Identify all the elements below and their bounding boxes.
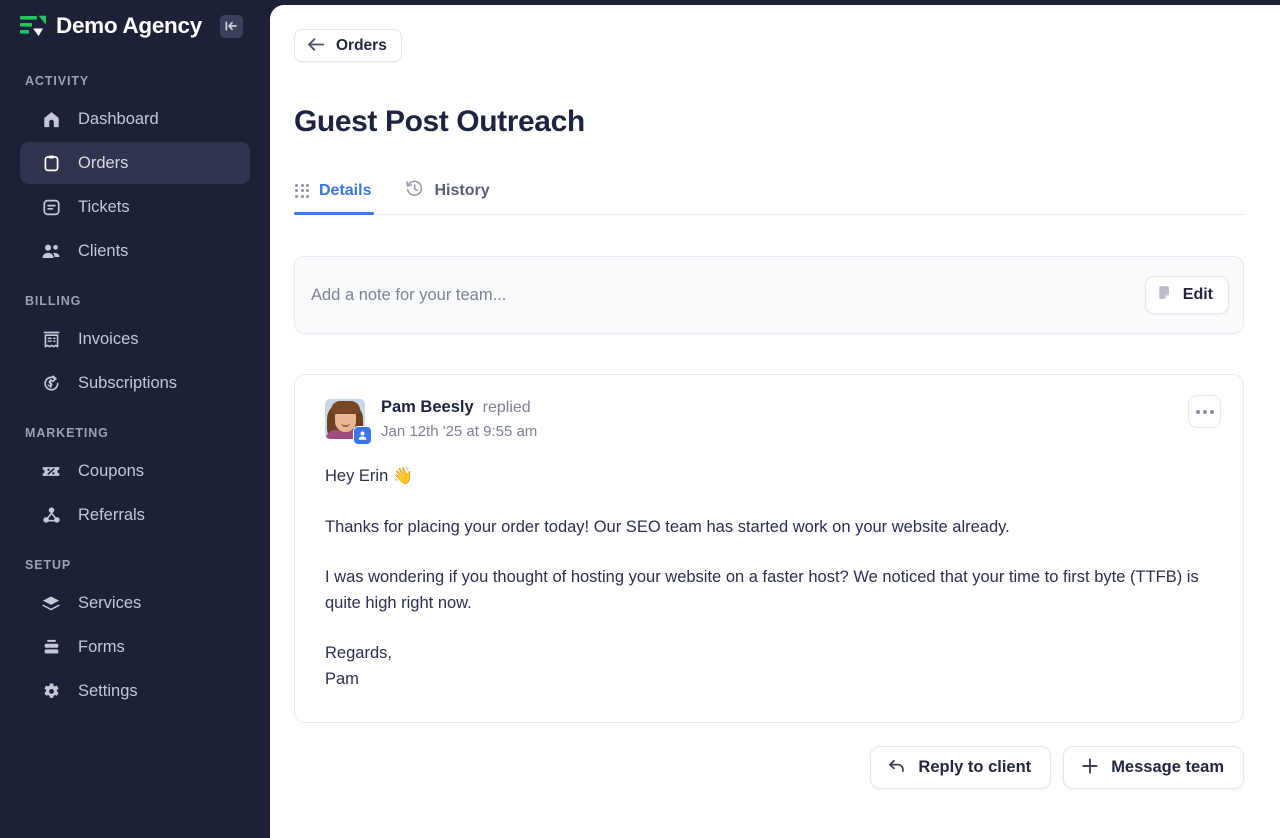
back-button-label: Orders [336,36,387,54]
sidebar-item-label: Coupons [78,461,145,480]
more-horizontal-icon[interactable] [1188,395,1221,428]
gear-icon [41,681,61,701]
edit-button-label: Edit [1182,286,1213,303]
message-card: Pam Beesly replied Jan 12th '25 at 9:55 … [294,374,1244,724]
sidebar-item-label: Orders [78,153,129,172]
sticky-note-icon [1157,285,1174,305]
sidebar-item-subscriptions[interactable]: Subscriptions [20,362,250,404]
sidebar-item-coupons[interactable]: Coupons [20,450,250,492]
sidebar-item-label: Tickets [78,197,130,216]
users-icon [41,241,61,261]
message-paragraph: Thanks for placing your order today! Our… [325,517,1010,536]
tab-details[interactable]: Details [293,169,375,215]
layers-icon [41,593,61,613]
message-verb: replied [482,399,531,416]
sidebar-item-tickets[interactable]: Tickets [20,186,250,228]
reply-arrow-icon [888,758,906,777]
receipt-icon [41,329,61,349]
sidebar-section-heading: MARKETING [25,426,109,440]
sidebar-section-heading: BILLING [25,294,82,308]
avatar [325,399,372,445]
sidebar-section-billing: BILLING Invoices Subscriptions [0,294,270,404]
history-clock-icon [405,179,424,203]
message-author: Pam Beesly [381,398,474,416]
sidebar-item-label: Dashboard [78,109,159,128]
arrow-left-icon [307,37,325,55]
sidebar-item-label: Services [78,593,142,612]
message-meta: Pam Beesly replied Jan 12th '25 at 9:55 … [381,397,537,440]
brand-name: Demo Agency [56,13,202,38]
team-note-card[interactable]: Add a note for your team... Edit [294,256,1244,334]
message-team-button[interactable]: Message team [1063,746,1244,790]
tab-label: Details [319,181,372,199]
message-paragraph: Hey Erin 👋 [325,467,414,485]
form-stack-icon [41,637,61,657]
sidebar-item-referrals[interactable]: Referrals [20,494,250,536]
edit-note-button[interactable]: Edit [1144,276,1229,314]
sidebar-section-heading: SETUP [25,558,72,572]
dollar-refresh-icon [41,373,61,393]
sidebar-item-invoices[interactable]: Invoices [20,318,250,360]
message-square-icon [41,197,61,217]
action-label: Message team [1111,758,1224,777]
sidebar-item-services[interactable]: Services [20,582,250,624]
message-header: Pam Beesly replied Jan 12th '25 at 9:55 … [325,397,1219,445]
tab-label: History [434,181,490,199]
share-network-icon [41,505,61,525]
sidebar-item-label: Forms [78,637,125,656]
sidebar-item-forms[interactable]: Forms [20,626,250,668]
message-timestamp: Jan 12th '25 at 9:55 am [381,423,538,440]
message-paragraph: I was wondering if you thought of hostin… [325,568,1199,612]
message-body: Hey Erin 👋 Thanks for placing your order… [325,464,1219,692]
action-label: Reply to client [918,758,1032,777]
sidebar-item-settings[interactable]: Settings [20,670,250,712]
sidebar-item-label: Subscriptions [78,373,178,392]
back-to-orders-button[interactable]: Orders [294,29,402,62]
sidebar-item-dashboard[interactable]: Dashboard [20,98,250,140]
brand-header: Demo Agency [0,0,270,52]
app-screen: Demo Agency ACTIVITY Dashboard Orders Ti… [0,0,1280,838]
sidebar-section-heading: ACTIVITY [25,74,90,88]
sidebar-item-clients[interactable]: Clients [20,230,250,272]
collapse-sidebar-icon[interactable] [219,14,243,38]
note-placeholder-text: Add a note for your team... [311,285,507,304]
bars-logo-icon [20,15,46,37]
sidebar-item-label: Referrals [78,505,145,524]
plus-icon [1081,757,1099,778]
ticket-percent-icon [41,461,61,481]
main-content-panel: Orders Guest Post Outreach Details Histo… [270,5,1280,838]
sidebar-item-label: Clients [78,241,129,260]
page-title: Guest Post Outreach [294,105,585,138]
sidebar: Demo Agency ACTIVITY Dashboard Orders Ti… [0,0,270,838]
user-badge-icon [353,426,372,445]
sidebar-section-setup: SETUP Services Forms Settings [0,558,270,712]
sidebar-section-marketing: MARKETING Coupons Referrals [0,426,270,536]
clipboard-icon [41,153,61,173]
sidebar-item-label: Invoices [78,329,139,348]
sidebar-section-activity: ACTIVITY Dashboard Orders Tickets Client… [0,74,270,272]
tab-bar: Details History [293,169,1244,215]
home-icon [41,109,61,129]
tab-history[interactable]: History [405,169,490,214]
message-signature: Regards, Pam [325,644,392,688]
reply-to-client-button[interactable]: Reply to client [870,746,1052,790]
sidebar-item-label: Settings [78,681,138,700]
message-actions: Reply to client Message team [294,746,1244,790]
sidebar-item-orders[interactable]: Orders [20,142,250,184]
grid-dots-icon [295,183,309,198]
